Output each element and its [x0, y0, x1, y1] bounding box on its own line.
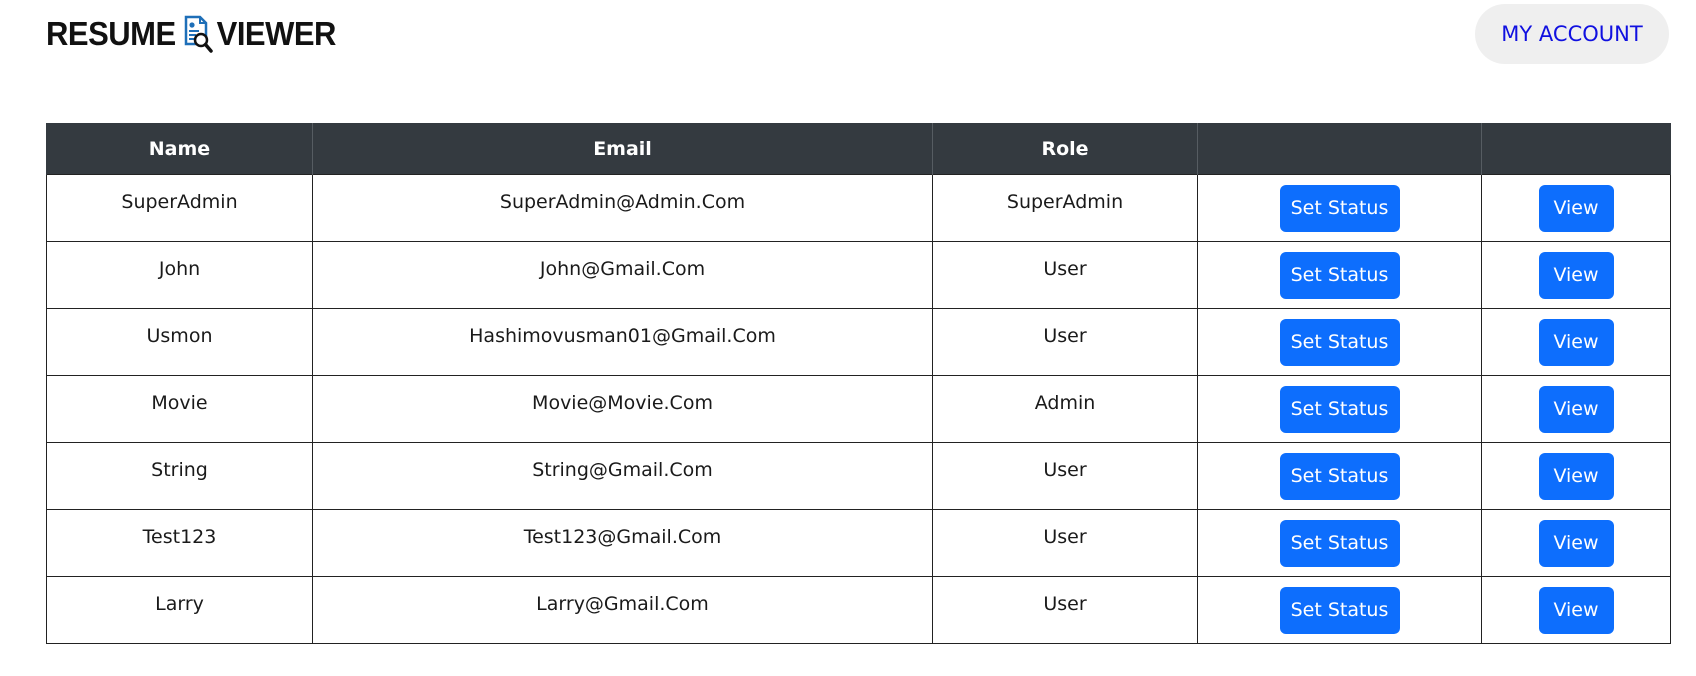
column-header-email: Email: [312, 123, 933, 175]
table-row: John John@Gmail.Com User Set Status View: [46, 241, 1671, 309]
set-status-button[interactable]: Set Status: [1279, 318, 1400, 366]
view-button[interactable]: View: [1538, 586, 1614, 634]
cell-status-action: Set Status: [1197, 174, 1482, 242]
column-header-name: Name: [46, 123, 313, 175]
cell-email: SuperAdmin@Admin.Com: [312, 174, 933, 242]
cell-view-action: View: [1481, 308, 1671, 376]
cell-status-action: Set Status: [1197, 308, 1482, 376]
cell-role: SuperAdmin: [932, 174, 1198, 242]
set-status-button[interactable]: Set Status: [1279, 184, 1400, 232]
resume-magnifier-icon: [184, 15, 213, 53]
table-header-row: Name Email Role: [46, 123, 1671, 175]
cell-view-action: View: [1481, 174, 1671, 242]
cell-name: Usmon: [46, 308, 313, 376]
app-logo[interactable]: RESUME VIEWER: [46, 14, 336, 54]
cell-email: Movie@Movie.Com: [312, 375, 933, 443]
set-status-button[interactable]: Set Status: [1279, 519, 1400, 567]
view-button[interactable]: View: [1538, 251, 1614, 299]
cell-name: Larry: [46, 576, 313, 644]
cell-view-action: View: [1481, 576, 1671, 644]
top-header: RESUME VIEWER MY ACCOUNT: [0, 0, 1696, 70]
view-button[interactable]: View: [1538, 385, 1614, 433]
cell-role: User: [932, 576, 1198, 644]
set-status-button[interactable]: Set Status: [1279, 385, 1400, 433]
cell-email: John@Gmail.Com: [312, 241, 933, 309]
cell-view-action: View: [1481, 241, 1671, 309]
set-status-button[interactable]: Set Status: [1279, 452, 1400, 500]
cell-view-action: View: [1481, 375, 1671, 443]
cell-role: Admin: [932, 375, 1198, 443]
column-header-status-action: [1197, 123, 1482, 175]
cell-status-action: Set Status: [1197, 576, 1482, 644]
cell-role: User: [932, 308, 1198, 376]
column-header-view-action: [1481, 123, 1671, 175]
table-row: SuperAdmin SuperAdmin@Admin.Com SuperAdm…: [46, 174, 1671, 242]
cell-view-action: View: [1481, 509, 1671, 577]
cell-email: Test123@Gmail.Com: [312, 509, 933, 577]
table-row: Movie Movie@Movie.Com Admin Set Status V…: [46, 375, 1671, 443]
cell-name: String: [46, 442, 313, 510]
cell-status-action: Set Status: [1197, 375, 1482, 443]
table-row: String String@Gmail.Com User Set Status …: [46, 442, 1671, 510]
cell-email: Hashimovusman01@Gmail.Com: [312, 308, 933, 376]
cell-name: SuperAdmin: [46, 174, 313, 242]
cell-view-action: View: [1481, 442, 1671, 510]
view-button[interactable]: View: [1538, 318, 1614, 366]
cell-role: User: [932, 241, 1198, 309]
my-account-button[interactable]: MY ACCOUNT: [1475, 4, 1669, 64]
cell-name: Movie: [46, 375, 313, 443]
cell-role: User: [932, 442, 1198, 510]
view-button[interactable]: View: [1538, 519, 1614, 567]
cell-role: User: [932, 509, 1198, 577]
cell-status-action: Set Status: [1197, 509, 1482, 577]
cell-email: Larry@Gmail.Com: [312, 576, 933, 644]
users-table: Name Email Role SuperAdmin SuperAdmin@Ad…: [46, 123, 1671, 644]
table-row: Usmon Hashimovusman01@Gmail.Com User Set…: [46, 308, 1671, 376]
set-status-button[interactable]: Set Status: [1279, 586, 1400, 634]
cell-email: String@Gmail.Com: [312, 442, 933, 510]
table-row: Larry Larry@Gmail.Com User Set Status Vi…: [46, 576, 1671, 644]
cell-status-action: Set Status: [1197, 442, 1482, 510]
cell-status-action: Set Status: [1197, 241, 1482, 309]
view-button[interactable]: View: [1538, 184, 1614, 232]
table-row: Test123 Test123@Gmail.Com User Set Statu…: [46, 509, 1671, 577]
logo-text-resume: RESUME: [46, 14, 176, 53]
cell-name: Test123: [46, 509, 313, 577]
set-status-button[interactable]: Set Status: [1279, 251, 1400, 299]
column-header-role: Role: [932, 123, 1198, 175]
logo-text-viewer: VIEWER: [216, 14, 337, 53]
users-table-container: Name Email Role SuperAdmin SuperAdmin@Ad…: [46, 123, 1671, 644]
view-button[interactable]: View: [1538, 452, 1614, 500]
cell-name: John: [46, 241, 313, 309]
